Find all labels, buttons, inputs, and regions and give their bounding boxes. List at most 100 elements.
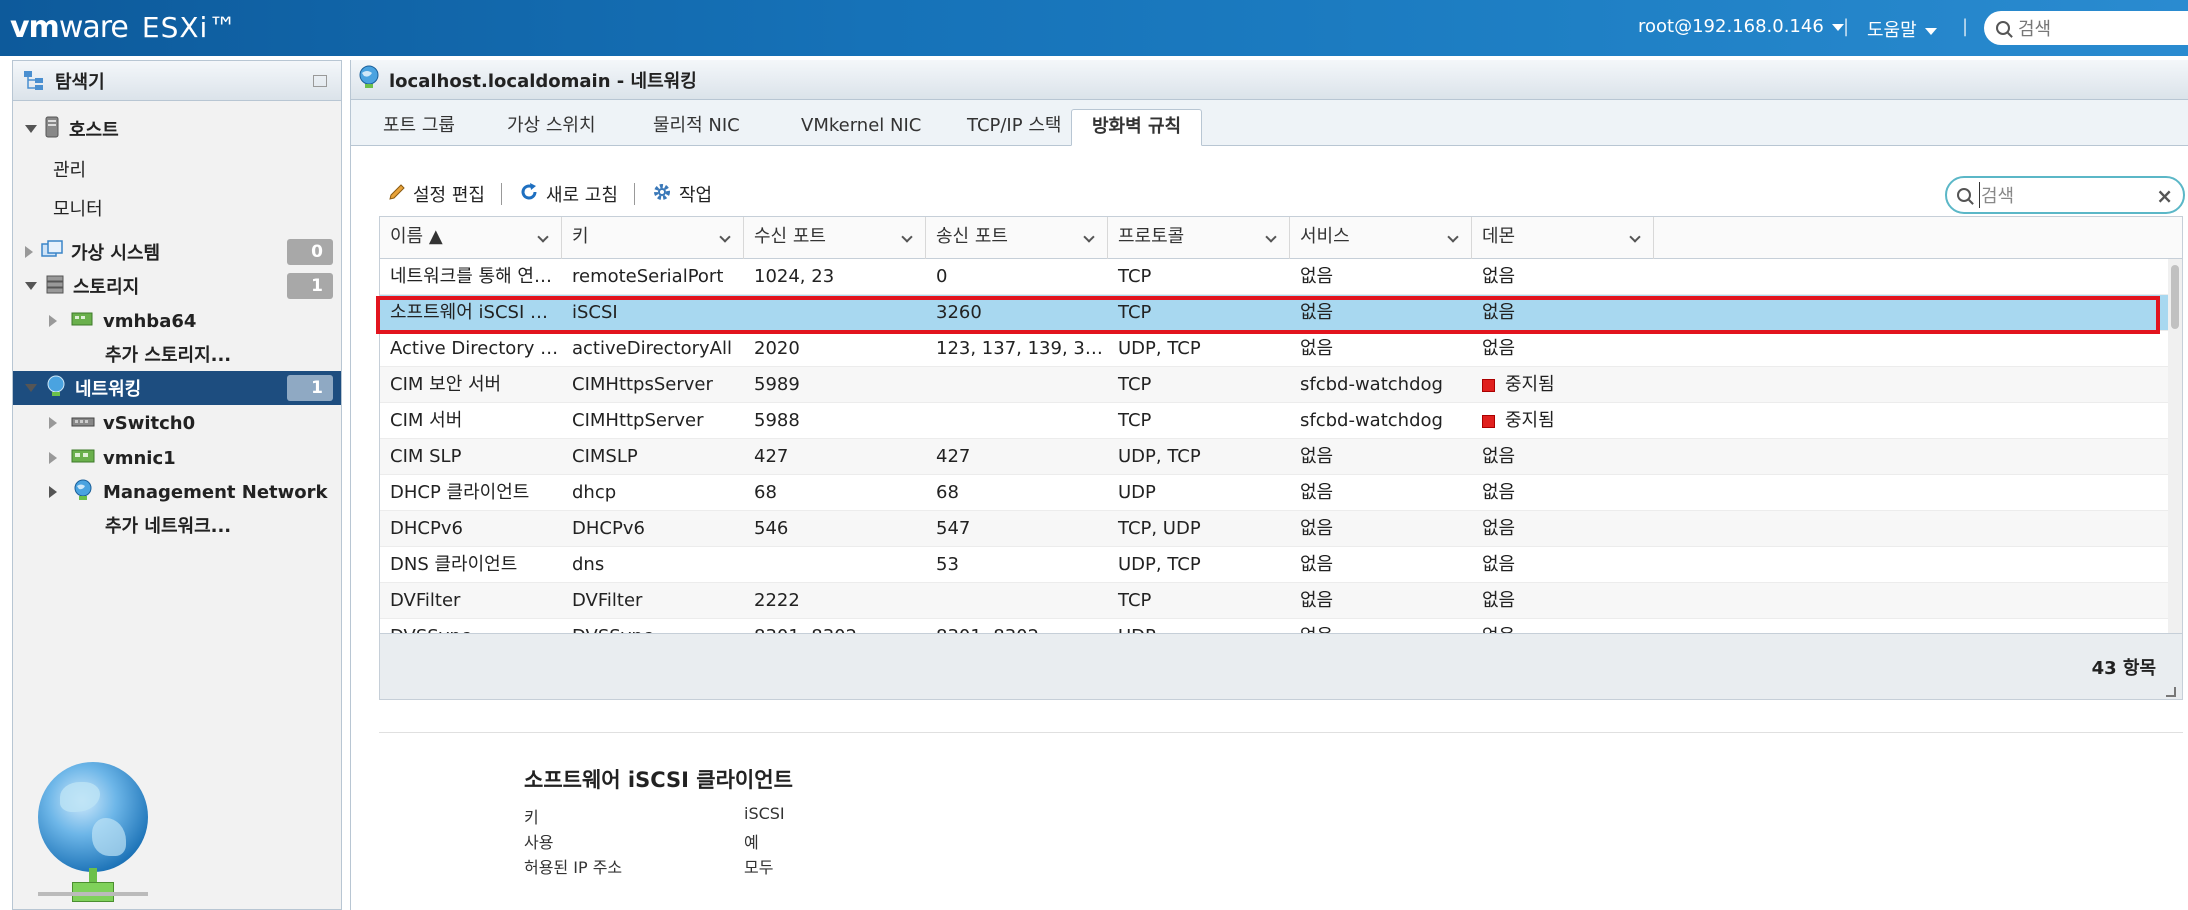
table-row[interactable]: DHCPv6 DHCPv6 546 547 TCP, UDP 없음 없음	[380, 511, 2168, 547]
column-header-name[interactable]: 이름 ▲	[380, 217, 562, 259]
global-search-placeholder: 검색	[2018, 19, 2052, 40]
storage-adapter-icon	[71, 311, 93, 332]
nav-item-host[interactable]: 호스트	[13, 112, 341, 146]
global-search-input[interactable]: 검색	[1984, 11, 2188, 45]
cell-text: TCP	[1118, 266, 1152, 287]
cell-service: 없음	[1290, 475, 1472, 511]
cell-text: DVFilter	[572, 590, 643, 611]
cell-text: 없음	[1482, 554, 1516, 575]
tab-port-groups[interactable]: 포트 그룹	[363, 109, 475, 146]
nav-item-storage[interactable]: 스토리지 1	[13, 269, 341, 303]
cell-daemon: 없음	[1472, 295, 1654, 331]
close-icon[interactable]: ×	[2156, 184, 2173, 208]
cell-outgoing-ports	[926, 583, 1108, 619]
cell-incoming-ports: 5988	[744, 403, 926, 439]
nav-item-more-networks[interactable]: 추가 네트워크...	[13, 508, 341, 542]
edit-settings-label: 설정 편집	[413, 185, 485, 206]
collapse-icon[interactable]	[313, 75, 327, 87]
expand-right-icon[interactable]	[49, 417, 57, 429]
refresh-label: 새로 고침	[545, 185, 618, 206]
nav-item-vswitch0[interactable]: vSwitch0	[13, 406, 341, 440]
cell-text: 5989	[754, 374, 800, 395]
chevron-down-icon[interactable]	[1629, 231, 1641, 243]
detail-value-allowed-ip: 모두	[744, 858, 774, 877]
cell-protocol: UDP	[1108, 475, 1290, 511]
table-row[interactable]: Active Directory 전체 activeDirectoryAll 202…	[380, 331, 2168, 367]
cell-text: DHCPv6	[572, 518, 645, 539]
cell-text: DVFilter	[390, 590, 461, 611]
detail-title: 소프트웨어 iSCSI 클라이언트	[524, 768, 793, 792]
chevron-down-icon[interactable]	[1265, 231, 1277, 243]
user-menu[interactable]: root@192.168.0.146	[1638, 16, 1844, 37]
expand-down-icon[interactable]	[25, 384, 37, 392]
table-row[interactable]: CIM 서버 CIMHttpServer 5988 TCP sfcbd-watchdog…	[380, 403, 2168, 439]
column-header-key[interactable]: 키	[562, 217, 744, 259]
expand-right-icon[interactable]	[49, 452, 57, 464]
column-header-daemon[interactable]: 데몬	[1472, 217, 1654, 259]
expand-right-icon[interactable]	[49, 315, 57, 327]
table-row[interactable]: CIM SLP CIMSLP 427 427 UDP, TCP 없음 없음	[380, 439, 2168, 475]
vm-icon	[41, 239, 63, 265]
cell-service: 없음	[1290, 439, 1472, 475]
cell-text: UDP, TCP	[1118, 338, 1201, 359]
chevron-down-icon[interactable]	[719, 231, 731, 243]
chevron-down-icon[interactable]	[1083, 231, 1095, 243]
nav-item-label: 네트워킹	[75, 379, 142, 400]
tab-vmkernel-nics[interactable]: VMkernel NIC	[781, 109, 941, 146]
cell-outgoing-ports: 53	[926, 547, 1108, 583]
nav-item-label: 추가 네트워크...	[105, 516, 232, 537]
chevron-down-icon[interactable]	[1447, 231, 1459, 243]
nav-item-vmnic1[interactable]: vmnic1	[13, 441, 341, 475]
chevron-down-icon[interactable]	[901, 231, 913, 243]
column-header-protocol[interactable]: 프로토콜	[1108, 217, 1290, 259]
cell-text: CIMHttpServer	[572, 410, 704, 431]
expand-right-icon[interactable]	[49, 486, 57, 498]
column-header-outgoing-ports[interactable]: 송신 포트	[926, 217, 1108, 259]
table-row[interactable]: 네트워크를 통해 연결된 V... remoteSerialPort 1024, 2…	[380, 259, 2168, 295]
scrollbar-thumb[interactable]	[2171, 265, 2179, 329]
expand-right-icon[interactable]	[25, 246, 33, 258]
nav-item-networking[interactable]: 네트워킹 1	[13, 371, 341, 405]
column-header-service[interactable]: 서비스	[1290, 217, 1472, 259]
nav-item-more-storage[interactable]: 추가 스토리지...	[13, 337, 341, 371]
tab-virtual-switches[interactable]: 가상 스위치	[487, 109, 616, 146]
chevron-down-icon[interactable]	[537, 231, 549, 243]
help-menu[interactable]: 도움말	[1867, 16, 1937, 42]
tab-tcpip-stacks[interactable]: TCP/IP 스택	[947, 109, 1081, 146]
tab-physical-nics[interactable]: 물리적 NIC	[633, 109, 760, 146]
cell-outgoing-ports: 68	[926, 475, 1108, 511]
table-row[interactable]: CIM 보안 서버 CIMHttpsServer 5989 TCP sfcbd-watc…	[380, 367, 2168, 403]
nav-item-monitor[interactable]: 모니터	[13, 191, 341, 225]
column-header-label: 데몬	[1482, 226, 1516, 247]
cell-text: 없음	[1300, 518, 1334, 539]
table-search-input[interactable]: 검색 ×	[1945, 176, 2185, 214]
nav-item-manage[interactable]: 관리	[13, 152, 341, 186]
cell-name: DHCPv6	[380, 511, 562, 547]
edit-settings-button[interactable]: 설정 편집	[387, 181, 485, 207]
expand-down-icon[interactable]	[25, 125, 37, 133]
nav-item-virtual-machines[interactable]: 가상 시스템 0	[13, 235, 341, 269]
resize-handle-icon[interactable]	[2166, 687, 2176, 697]
column-header-incoming-ports[interactable]: 수신 포트	[744, 217, 926, 259]
logo-vm: vm	[10, 10, 60, 45]
nav-item-vmhba64[interactable]: vmhba64	[13, 304, 341, 338]
nav-item-management-network[interactable]: Management Network	[13, 475, 341, 509]
cell-name: DNS 클라이언트	[380, 547, 562, 583]
cell-daemon: 없음	[1472, 331, 1654, 367]
top-bar: vm ware ESXi™ root@192.168.0.146 | 도움말 | …	[0, 0, 2188, 56]
table-row[interactable]: DNS 클라이언트 dns 53 UDP, TCP 없음 없음	[380, 547, 2168, 583]
cell-text: remoteSerialPort	[572, 266, 724, 287]
separator: |	[1843, 16, 1850, 37]
tab-firewall-rules[interactable]: 방화벽 규칙	[1071, 109, 1203, 146]
cell-incoming-ports	[744, 547, 926, 583]
refresh-button[interactable]: 새로 고침	[518, 181, 618, 208]
tab-label: 가상 스위치	[507, 115, 596, 136]
firewall-rules-table: 이름 ▲ 키 수신 포트 송신 포트 프로토콜 서비스 데몬 네트워크를 통해 …	[379, 216, 2183, 700]
table-row[interactable]: DVFilter DVFilter 2222 TCP 없음 없음	[380, 583, 2168, 619]
nav-item-label: 추가 스토리지...	[105, 345, 232, 366]
expand-down-icon[interactable]	[25, 282, 37, 290]
vertical-scrollbar[interactable]	[2168, 259, 2182, 633]
actions-button[interactable]: 작업	[651, 181, 712, 208]
table-row[interactable]: DHCP 클라이언트 dhcp 68 68 UDP 없음 없음	[380, 475, 2168, 511]
table-row[interactable]: 소프트웨어 iSCSI 클라이... iSCSI 3260 TCP 없음 없음	[380, 295, 2168, 331]
